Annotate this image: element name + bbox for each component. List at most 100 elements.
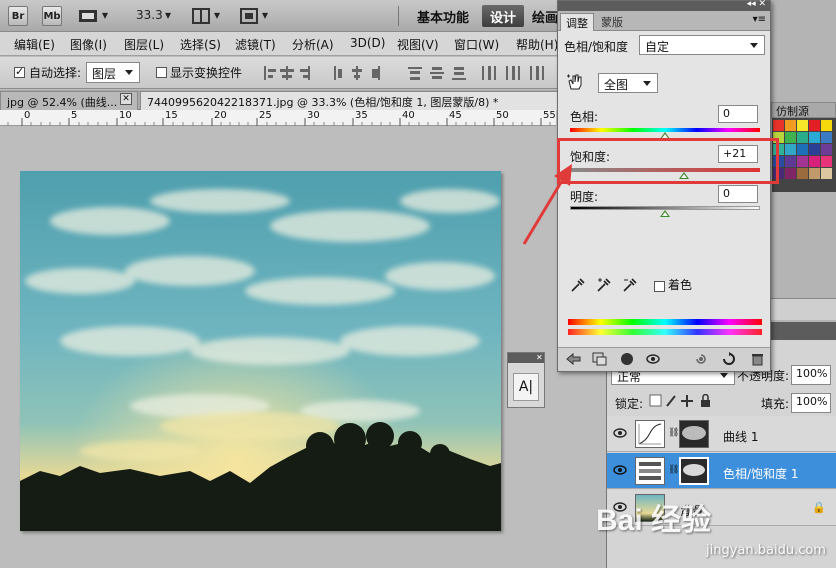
tab-document-2[interactable]: 744099562042218371.jpg @ 33.3% (色相/饱和度 1…: [140, 91, 560, 110]
tab-masks[interactable]: 蒙版: [596, 13, 628, 31]
hue-label: 色相:: [570, 110, 599, 124]
horizontal-ruler: 0 5 10 15 20 25 30 35 40 45 50 55: [0, 110, 556, 126]
screen-mode-icon[interactable]: [240, 8, 258, 24]
eyedropper-minus-icon[interactable]: [622, 277, 638, 293]
bridge-button[interactable]: Br: [8, 6, 28, 26]
menu-3d[interactable]: 3D(D): [350, 36, 385, 50]
tab-clone-source[interactable]: 仿制源: [771, 102, 836, 118]
layer-mask-thumbnail[interactable]: [679, 420, 709, 448]
back-arrow-icon[interactable]: [566, 352, 581, 366]
mini-bridge-button[interactable]: Mb: [42, 6, 62, 26]
panel-footer: [558, 347, 770, 371]
zoom-level[interactable]: 33.3: [136, 8, 163, 22]
layer-mask-thumbnail[interactable]: [679, 457, 709, 485]
show-transform-label: 显示变换控件: [170, 66, 243, 80]
curves-adjustment-icon: [635, 420, 665, 448]
character-icon[interactable]: A|: [513, 373, 539, 401]
ruler-label: 35: [355, 110, 368, 121]
ruler-label: 10: [119, 110, 132, 121]
switch-panel-view-icon[interactable]: [592, 352, 607, 366]
clip-to-layer-icon[interactable]: [620, 352, 635, 366]
ruler-label: 0: [24, 110, 31, 121]
ruler-label: 40: [402, 110, 415, 121]
eyedropper-icon[interactable]: [570, 277, 586, 293]
eye-icon[interactable]: [613, 428, 627, 438]
menu-image[interactable]: 图像(I): [70, 36, 107, 53]
layer-row-curves[interactable]: ⛓ 曲线 1: [607, 416, 836, 452]
divider: [398, 6, 399, 26]
ruler-label: 55: [543, 110, 556, 121]
chevron-down-icon[interactable]: ▾: [262, 8, 268, 22]
link-icon: ⛓: [668, 465, 680, 475]
visibility-eye-icon[interactable]: [646, 352, 661, 366]
ruler-label: 50: [496, 110, 509, 121]
menu-window[interactable]: 窗口(W): [454, 36, 499, 53]
tab-label: jpg @ 52.4% (曲线...: [7, 96, 118, 109]
menu-select[interactable]: 选择(S): [180, 36, 221, 53]
layer-name[interactable]: 曲线 1: [723, 428, 758, 445]
watermark-url: jingyan.baidu.com: [706, 543, 826, 558]
auto-select-checkbox[interactable]: ✓: [14, 65, 25, 79]
menu-analysis[interactable]: 分析(A): [292, 36, 334, 53]
tab-adjustments[interactable]: 调整: [560, 13, 594, 31]
swatches-panel[interactable]: [772, 118, 836, 192]
layer-name[interactable]: 色相/饱和度 1: [723, 465, 799, 482]
chevron-down-icon[interactable]: ▾: [102, 8, 108, 22]
ruler-label: 5: [71, 110, 78, 121]
arrange-documents-icon[interactable]: [192, 8, 210, 24]
hue-saturation-adjustment-icon: [635, 457, 665, 485]
document-image[interactable]: [20, 171, 501, 531]
fill-label: 填充:: [761, 397, 790, 411]
panel-header[interactable]: ◂◂ ✕: [558, 0, 770, 11]
lightness-slider-thumb[interactable]: [660, 210, 670, 217]
film-view-icon[interactable]: [78, 8, 98, 24]
ruler-label: 45: [449, 110, 462, 121]
adjustments-panel: ◂◂ ✕ 调整 蒙版 ▾≡ 色相/饱和度 自定 全图 色相: 0 饱和度: +2…: [557, 0, 771, 372]
workspace-painting[interactable]: 绘画: [532, 5, 558, 27]
preset-dropdown[interactable]: 自定: [639, 35, 765, 55]
close-icon[interactable]: ✕: [536, 353, 543, 362]
input-color-bar: [568, 319, 762, 325]
workspace-essentials[interactable]: 基本功能: [408, 5, 478, 27]
menu-layer[interactable]: 图层(L): [124, 36, 164, 53]
colorize-checkbox[interactable]: [654, 279, 665, 293]
opacity-field[interactable]: 100%: [791, 365, 831, 385]
menu-filter[interactable]: 滤镜(T): [235, 36, 276, 53]
menu-help[interactable]: 帮助(H): [516, 36, 558, 53]
targeted-adjustment-hand-icon[interactable]: [566, 73, 584, 91]
channel-dropdown[interactable]: 全图: [598, 73, 658, 93]
output-color-bar: [568, 329, 762, 335]
highlight-box: [557, 138, 779, 184]
layer-row-hue-saturation[interactable]: ⛓ 色相/饱和度 1: [607, 453, 836, 489]
reset-icon[interactable]: [722, 352, 737, 366]
link-icon: ⛓: [668, 428, 680, 438]
menu-view[interactable]: 视图(V): [397, 36, 439, 53]
show-transform-checkbox[interactable]: [156, 65, 167, 79]
ruler-label: 20: [214, 110, 227, 121]
hue-value-field[interactable]: 0: [718, 105, 758, 123]
align-distribute-icons: [262, 63, 552, 83]
workspace-design[interactable]: 设计: [482, 5, 524, 27]
lightness-value-field[interactable]: 0: [718, 185, 758, 203]
fill-field[interactable]: 100%: [791, 393, 831, 413]
chevron-down-icon[interactable]: ▾: [165, 8, 171, 22]
panel-header: [771, 322, 836, 340]
tab-document-1[interactable]: jpg @ 52.4% (曲线...: [0, 91, 138, 110]
panel-menu-icon[interactable]: ▾≡: [753, 14, 766, 25]
colorize-label: 着色: [668, 278, 693, 292]
auto-select-dropdown[interactable]: 图层: [86, 62, 140, 83]
menu-edit[interactable]: 编辑(E): [14, 36, 55, 53]
lock-icons[interactable]: [649, 393, 713, 408]
collapse-icon[interactable]: ◂◂ ✕: [747, 0, 766, 9]
eye-icon[interactable]: [613, 465, 627, 475]
close-icon[interactable]: ✕: [120, 93, 132, 105]
view-previous-state-icon[interactable]: [694, 352, 709, 366]
annotation-arrow-icon: [522, 164, 572, 245]
trash-icon[interactable]: [750, 352, 765, 366]
document-tabs: jpg @ 52.4% (曲线... ✕ 744099562042218371.…: [0, 90, 560, 110]
character-mini-panel: ✕ A|: [507, 352, 545, 408]
chevron-down-icon[interactable]: ▾: [214, 8, 220, 22]
watermark: Bai 经验 jingyan.baidu.com: [596, 489, 836, 568]
eyedropper-plus-icon[interactable]: [596, 277, 612, 293]
tab-label: 744099562042218371.jpg @ 33.3% (色相/饱和度 1…: [147, 96, 499, 109]
